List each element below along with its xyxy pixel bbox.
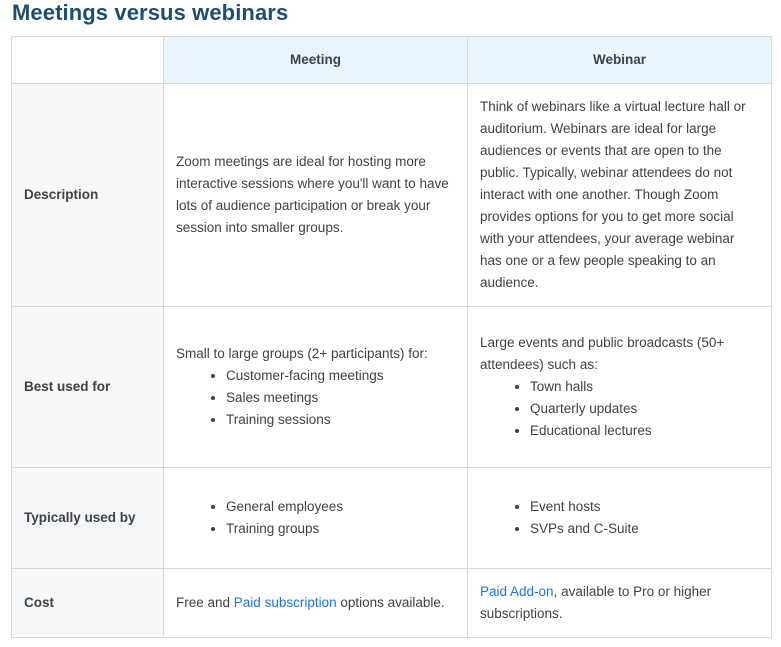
best-used-for-webinar-intro: Large events and public broadcasts (50+ … [480, 335, 725, 372]
best-used-for-meeting-cell: Small to large groups (2+ participants) … [163, 306, 468, 468]
description-meeting-cell: Zoom meetings are ideal for hosting more… [163, 83, 468, 307]
paid-add-on-link[interactable]: Paid Add-on [480, 584, 554, 599]
list-item: Educational lectures [515, 420, 759, 442]
description-webinar-cell: Think of webinars like a virtual lecture… [467, 83, 772, 307]
row-cost: Cost Free and Paid subscription options … [11, 568, 772, 638]
page-title: Meetings versus webinars [12, 0, 289, 25]
typically-used-by-webinar-list: Event hosts SVPs and C-Suite [480, 496, 759, 540]
description-webinar-text: Think of webinars like a virtual lecture… [480, 99, 746, 290]
row-typically-used-by: Typically used by General employees Trai… [11, 467, 772, 569]
typically-used-by-meeting-list: General employees Training groups [176, 496, 455, 540]
cost-meeting-prefix: Free and [176, 595, 234, 610]
corner-cell [11, 36, 164, 84]
cost-webinar-cell: Paid Add-on, available to Pro or higher … [467, 568, 772, 638]
row-description: Description Zoom meetings are ideal for … [11, 83, 772, 307]
best-used-for-meeting-list: Customer-facing meetings Sales meetings … [176, 365, 455, 431]
page: Meetings versus webinars Meeting Webinar… [0, 0, 781, 647]
list-item: General employees [211, 496, 455, 518]
best-used-for-webinar-cell: Large events and public broadcasts (50+ … [467, 306, 772, 468]
list-item: Training sessions [211, 409, 455, 431]
header-webinar: Webinar [467, 36, 772, 84]
paid-subscription-link[interactable]: Paid subscription [234, 595, 337, 610]
table-header-row: Meeting Webinar [11, 36, 772, 84]
best-used-for-webinar-list: Town halls Quarterly updates Educational… [480, 376, 759, 442]
cost-meeting-suffix: options available. [336, 595, 445, 610]
typically-used-by-webinar-cell: Event hosts SVPs and C-Suite [467, 467, 772, 569]
best-used-for-meeting-intro: Small to large groups (2+ participants) … [176, 346, 428, 361]
row-label-cost: Cost [11, 568, 164, 638]
list-item: Sales meetings [211, 387, 455, 409]
description-meeting-text: Zoom meetings are ideal for hosting more… [176, 154, 449, 235]
row-best-used-for: Best used for Small to large groups (2+ … [11, 306, 772, 468]
list-item: Customer-facing meetings [211, 365, 455, 387]
list-item: SVPs and C-Suite [515, 518, 759, 540]
list-item: Event hosts [515, 496, 759, 518]
row-label-typically-used-by: Typically used by [11, 467, 164, 569]
typically-used-by-meeting-cell: General employees Training groups [163, 467, 468, 569]
header-meeting: Meeting [163, 36, 468, 84]
list-item: Training groups [211, 518, 455, 540]
row-label-description: Description [11, 83, 164, 307]
comparison-table: Meeting Webinar Description Zoom meeting… [11, 36, 772, 638]
list-item: Quarterly updates [515, 398, 759, 420]
list-item: Town halls [515, 376, 759, 398]
row-label-best-used-for: Best used for [11, 306, 164, 468]
cost-meeting-cell: Free and Paid subscription options avail… [163, 568, 468, 638]
